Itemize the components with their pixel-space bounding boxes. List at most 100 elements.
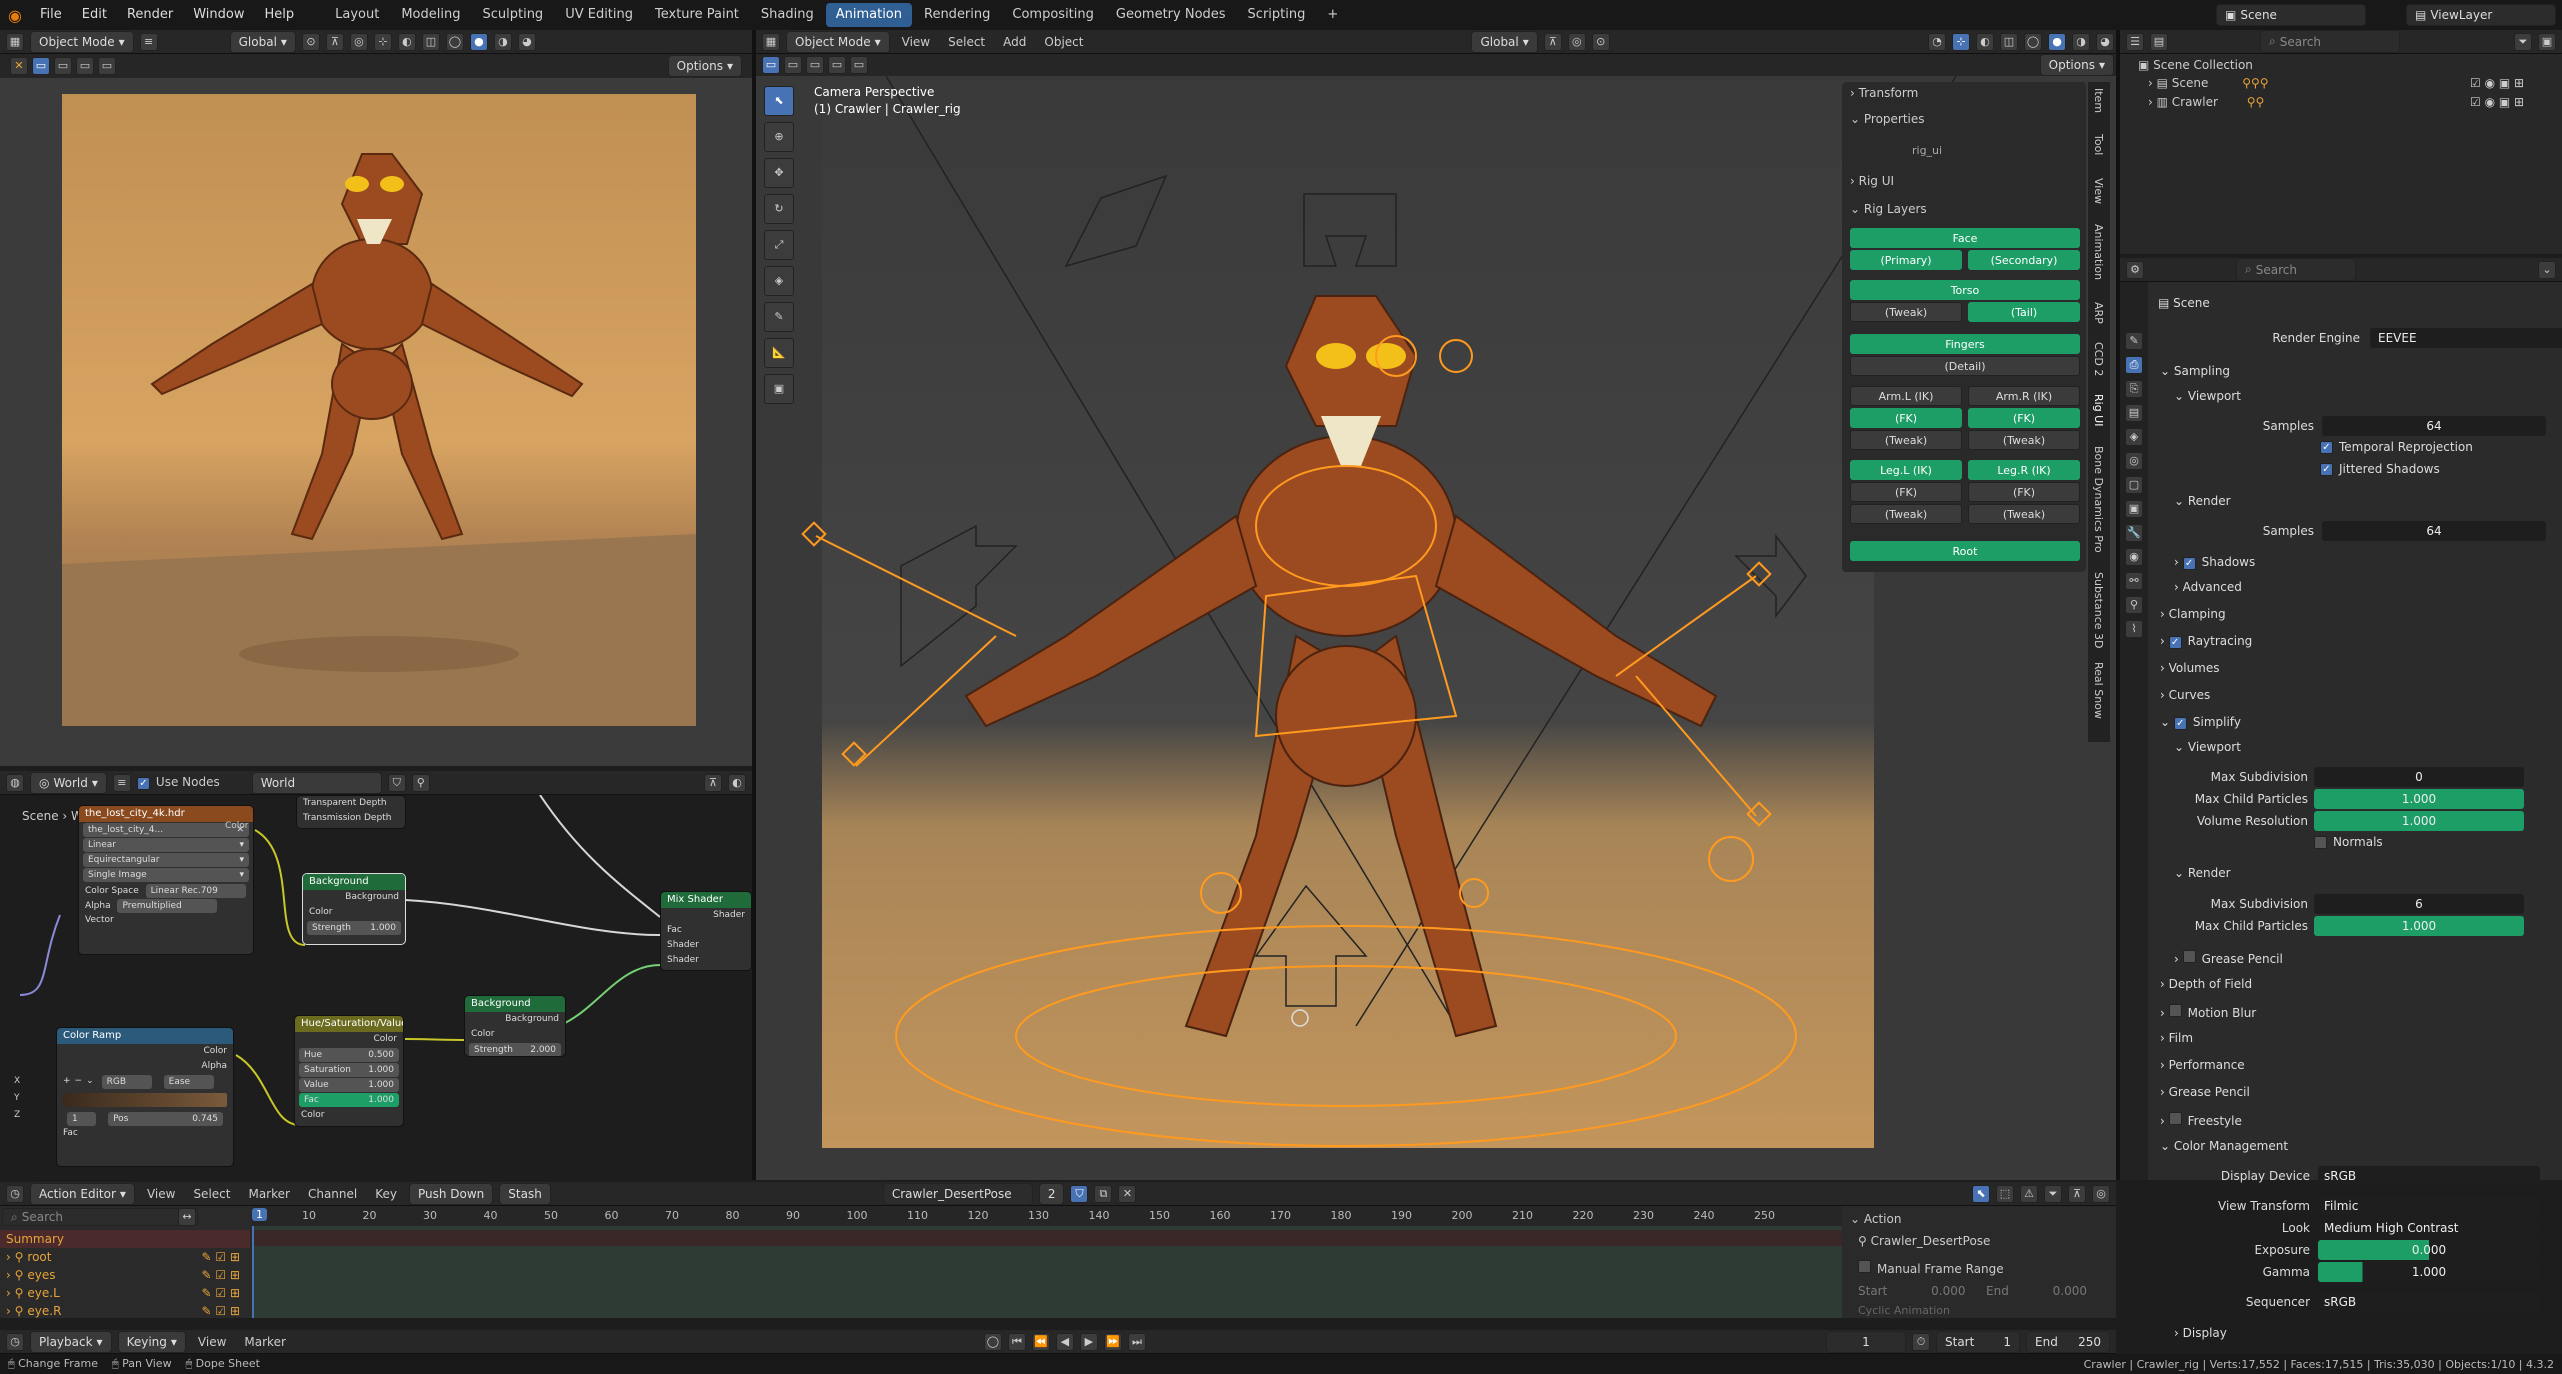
hue-saturation-value-node[interactable]: Hue/Saturation/Value Color Hue 0.500 Satu…: [294, 1015, 404, 1127]
tab-arp[interactable]: ARP: [2092, 302, 2105, 324]
properties-menu-icon[interactable]: ⌄: [2538, 260, 2556, 279]
menu-view[interactable]: View: [896, 35, 936, 49]
channel-summary[interactable]: Summary: [0, 1230, 250, 1248]
preview-range-icon[interactable]: ⏱: [1912, 1332, 1930, 1351]
arm-l-tweak-button[interactable]: (Tweak): [1850, 430, 1962, 450]
timeline-type-icon[interactable]: ◷: [6, 1332, 24, 1351]
dof-panel[interactable]: › Depth of Field: [2160, 977, 2252, 991]
menu-select[interactable]: Select: [942, 35, 991, 49]
arm-l-fk-button[interactable]: (FK): [1850, 408, 1962, 428]
tool-props-icon[interactable]: ✎: [2125, 332, 2143, 350]
ae-menu-key[interactable]: Key: [369, 1187, 403, 1201]
arm-r-tweak-button[interactable]: (Tweak): [1968, 430, 2080, 450]
simplify-render-subpanel[interactable]: ⌄ Render: [2174, 866, 2231, 880]
transform-orientation-dropdown[interactable]: Global ▾: [229, 30, 296, 53]
color-space-row[interactable]: Color Space Linear Rec.709: [79, 883, 253, 898]
only-errors-icon[interactable]: ⚠: [2020, 1184, 2038, 1203]
select-subtract-icon[interactable]: ▭: [76, 57, 94, 75]
world-datablock[interactable]: World: [251, 771, 382, 794]
tab-geometry-nodes[interactable]: Geometry Nodes: [1106, 3, 1236, 27]
render-props-icon[interactable]: ⎙: [2125, 356, 2143, 374]
ramp-menu-icon[interactable]: ⌄: [86, 1074, 94, 1089]
channel-root[interactable]: › ⚲ root ✎ ☑ ⊞: [0, 1248, 250, 1266]
play-icon[interactable]: ▶: [1079, 1332, 1098, 1351]
tab-uv-editing[interactable]: UV Editing: [555, 3, 643, 27]
ramp-gradient[interactable]: [63, 1093, 227, 1107]
ae-menu-marker[interactable]: Marker: [242, 1187, 295, 1201]
playback-menu[interactable]: Playback ▾: [30, 1330, 112, 1353]
select-tool-icon[interactable]: ⬉: [764, 86, 794, 116]
motion-blur-panel[interactable]: › Motion Blur: [2160, 1004, 2256, 1020]
action-users-count[interactable]: 2: [1038, 1182, 1065, 1205]
value-field[interactable]: Value 1.000: [299, 1078, 399, 1092]
world-props-icon[interactable]: ◎: [2125, 452, 2143, 470]
node-snap-icon[interactable]: ⊼: [704, 773, 722, 792]
tab-compositing[interactable]: Compositing: [1002, 3, 1104, 27]
leg-l-fk-button[interactable]: (FK): [1850, 482, 1962, 502]
main-select-box-icon[interactable]: ▭: [762, 56, 780, 74]
action-name-field[interactable]: ⚲ Crawler_DesertPose: [1858, 1234, 1990, 1248]
bone-props-icon[interactable]: ⌇: [2125, 620, 2143, 638]
main-select-intersect-icon[interactable]: ▭: [850, 56, 868, 74]
current-frame-indicator[interactable]: 1: [252, 1208, 267, 1221]
object-props-icon[interactable]: ▣: [2125, 500, 2143, 518]
timeline-menu-marker[interactable]: Marker: [238, 1335, 291, 1349]
grease-pencil-panel[interactable]: › Grease Pencil: [2160, 1085, 2250, 1099]
render-engine-dropdown[interactable]: EEVEE: [2370, 328, 2562, 348]
node-overlay-icon[interactable]: ◐: [728, 773, 746, 792]
menu-help[interactable]: Help: [255, 0, 305, 30]
color-ramp-node[interactable]: Color Ramp Color Alpha + − ⌄ RGB Ease 1 Po…: [56, 1027, 234, 1167]
leg-r-tweak-button[interactable]: (Tweak): [1968, 504, 2080, 524]
ae-filter-icon[interactable]: ⏷: [2044, 1184, 2062, 1203]
main-xray-icon[interactable]: ◫: [2000, 32, 2018, 51]
simplify-panel[interactable]: ⌄ ✓ Simplify: [2160, 715, 2241, 730]
select-box-icon[interactable]: ▭: [32, 57, 50, 75]
select-extend-icon[interactable]: ▭: [54, 57, 72, 75]
visibility-toggles-crawler[interactable]: ☑ ◉ ▣ ⊞: [2470, 95, 2524, 109]
channel-search-input[interactable]: ⌕ Search: [2, 1208, 198, 1226]
use-nodes-toggle[interactable]: ✓ Use Nodes: [136, 775, 220, 790]
jittered-shadows-checkbox[interactable]: ✓ Jittered Shadows: [2320, 462, 2440, 476]
main-pivot-icon[interactable]: ⊙: [1591, 32, 1610, 51]
leg-l-tweak-button[interactable]: (Tweak): [1850, 504, 1962, 524]
view-transform-dropdown[interactable]: Filmic: [2318, 1196, 2540, 1216]
new-collection-icon[interactable]: ▣: [2538, 32, 2556, 51]
mix-shader-node[interactable]: Mix Shader Shader Fac Shader Shader: [660, 891, 752, 971]
background-node-2[interactable]: Background Background Color Strength 2.00…: [464, 995, 566, 1057]
arm-l-ik-button[interactable]: Arm.L (IK): [1850, 386, 1962, 406]
add-cube-tool-icon[interactable]: ▣: [764, 374, 794, 404]
manual-frame-range-checkbox[interactable]: Manual Frame Range: [1858, 1260, 2004, 1276]
max-child-vp-field[interactable]: 1.000: [2314, 789, 2524, 809]
modifier-props-icon[interactable]: 🔧: [2125, 524, 2143, 542]
leg-r-fk-button[interactable]: (FK): [1968, 482, 2080, 502]
fake-user-icon[interactable]: ⛉: [387, 773, 406, 792]
tab-item[interactable]: Item: [2092, 88, 2105, 113]
leg-r-ik-button[interactable]: Leg.R (IK): [1968, 460, 2080, 480]
scale-tool-icon[interactable]: ⤢: [764, 230, 794, 260]
ramp-index-field[interactable]: 1: [67, 1112, 97, 1126]
gamma-field[interactable]: 1.000: [2318, 1262, 2540, 1282]
tab-animation[interactable]: Animation: [825, 3, 912, 27]
ramp-interp-dropdown[interactable]: Ease: [163, 1074, 214, 1089]
shading-solid-icon[interactable]: ●: [469, 32, 488, 51]
physics-props-icon[interactable]: ◉: [2125, 548, 2143, 566]
simplify-grease-subpanel[interactable]: › Grease Pencil: [2174, 950, 2283, 966]
exposure-field[interactable]: 0.000: [2318, 1240, 2540, 1260]
current-frame-field[interactable]: 1: [1826, 1330, 1906, 1353]
shading-wire-icon[interactable]: ◯: [445, 32, 464, 51]
tab-view[interactable]: View: [2092, 178, 2105, 204]
tab-real-snow[interactable]: Real Snow: [2092, 662, 2105, 719]
visibility-icon[interactable]: ◔: [1928, 32, 1946, 51]
push-down-button[interactable]: Push Down: [408, 1182, 494, 1205]
action-editor-mode-dropdown[interactable]: Action Editor ▾: [30, 1182, 135, 1205]
main-transform-dropdown[interactable]: Global ▾: [1471, 30, 1538, 53]
tab-scripting[interactable]: Scripting: [1238, 3, 1316, 27]
torso-tweak-button[interactable]: (Tweak): [1850, 302, 1962, 322]
outliner-item-crawler[interactable]: › ▥ Crawler ⚲⚲: [2148, 95, 2264, 109]
freestyle-panel[interactable]: › Freestyle: [2160, 1112, 2242, 1128]
left-viewport-canvas[interactable]: [0, 78, 752, 766]
fingers-detail-button[interactable]: (Detail): [1850, 356, 2080, 376]
view-layer-selector[interactable]: ▤ ViewLayer: [2406, 4, 2556, 26]
projection-dropdown[interactable]: Equirectangular ▾: [83, 853, 249, 867]
fac-field[interactable]: Fac 1.000: [299, 1093, 399, 1107]
